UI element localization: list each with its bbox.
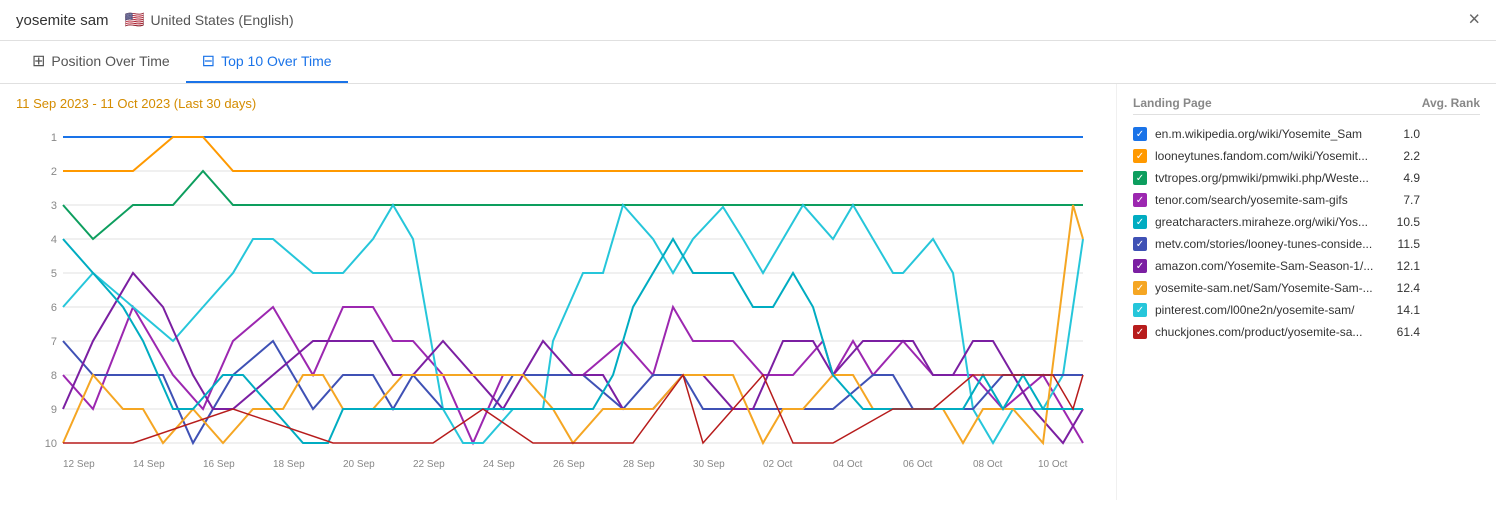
- svg-text:10 Oct: 10 Oct: [1038, 459, 1068, 470]
- legend-item: ✓ tenor.com/search/yosemite-sam-gifs 7.7: [1133, 189, 1480, 211]
- legend-color-box[interactable]: ✓: [1133, 193, 1147, 207]
- close-button[interactable]: ×: [1468, 9, 1480, 32]
- legend-color-box[interactable]: ✓: [1133, 127, 1147, 141]
- legend-col-landing-page: Landing Page: [1133, 96, 1212, 110]
- legend-url[interactable]: greatcharacters.miraheze.org/wiki/Yos...: [1155, 215, 1385, 229]
- chart-container: 1 2 3 4 5 6 7 8 9 10 12 Sep 14 Sep 16 Se…: [16, 119, 1100, 499]
- tab-position-label: Position Over Time: [51, 53, 169, 69]
- legend-item: ✓ chuckjones.com/product/yosemite-sa... …: [1133, 321, 1480, 343]
- svg-text:26 Sep: 26 Sep: [553, 459, 585, 470]
- svg-text:8: 8: [51, 370, 57, 382]
- svg-text:6: 6: [51, 302, 57, 314]
- legend-col-avg-rank: Avg. Rank: [1422, 96, 1480, 110]
- legend-item: ✓ en.m.wikipedia.org/wiki/Yosemite_Sam 1…: [1133, 123, 1480, 145]
- legend-url[interactable]: amazon.com/Yosemite-Sam-Season-1/...: [1155, 259, 1385, 273]
- legend-item: ✓ tvtropes.org/pmwiki/pmwiki.php/Weste..…: [1133, 167, 1480, 189]
- legend-color-box[interactable]: ✓: [1133, 325, 1147, 339]
- legend-header: Landing Page Avg. Rank: [1133, 96, 1480, 115]
- legend-rank: 2.2: [1385, 149, 1420, 163]
- legend-color-box[interactable]: ✓: [1133, 215, 1147, 229]
- legend-url[interactable]: pinterest.com/l00ne2n/yosemite-sam/: [1155, 303, 1385, 317]
- legend-url[interactable]: chuckjones.com/product/yosemite-sa...: [1155, 325, 1385, 339]
- legend-url[interactable]: looneytunes.fandom.com/wiki/Yosemit...: [1155, 149, 1385, 163]
- legend-rank: 12.4: [1385, 281, 1420, 295]
- legend-rank: 14.1: [1385, 303, 1420, 317]
- position-tab-icon: ⊞: [32, 51, 45, 71]
- svg-text:24 Sep: 24 Sep: [483, 459, 515, 470]
- country-label: United States (English): [150, 12, 293, 28]
- legend-color-box[interactable]: ✓: [1133, 171, 1147, 185]
- svg-text:04 Oct: 04 Oct: [833, 459, 863, 470]
- legend-url[interactable]: en.m.wikipedia.org/wiki/Yosemite_Sam: [1155, 127, 1385, 141]
- chart-area: 11 Sep 2023 - 11 Oct 2023 (Last 30 days)…: [0, 84, 1116, 500]
- svg-text:02 Oct: 02 Oct: [763, 459, 793, 470]
- svg-text:12 Sep: 12 Sep: [63, 459, 95, 470]
- legend-item: ✓ pinterest.com/l00ne2n/yosemite-sam/ 14…: [1133, 299, 1480, 321]
- svg-text:08 Oct: 08 Oct: [973, 459, 1003, 470]
- legend-color-box[interactable]: ✓: [1133, 149, 1147, 163]
- legend-rank: 4.9: [1385, 171, 1420, 185]
- legend-rank: 1.0: [1385, 127, 1420, 141]
- legend-item: ✓ yosemite-sam.net/Sam/Yosemite-Sam-... …: [1133, 277, 1480, 299]
- tab-top10-label: Top 10 Over Time: [221, 53, 332, 69]
- legend-url[interactable]: tenor.com/search/yosemite-sam-gifs: [1155, 193, 1385, 207]
- top10-tab-icon: ⊟: [202, 51, 215, 71]
- keyword-label: yosemite sam: [16, 12, 109, 29]
- legend-url[interactable]: tvtropes.org/pmwiki/pmwiki.php/Weste...: [1155, 171, 1385, 185]
- legend-rank: 7.7: [1385, 193, 1420, 207]
- svg-text:1: 1: [51, 132, 57, 144]
- svg-text:06 Oct: 06 Oct: [903, 459, 933, 470]
- svg-text:28 Sep: 28 Sep: [623, 459, 655, 470]
- svg-text:16 Sep: 16 Sep: [203, 459, 235, 470]
- svg-text:5: 5: [51, 268, 57, 280]
- legend-url[interactable]: yosemite-sam.net/Sam/Yosemite-Sam-...: [1155, 281, 1385, 295]
- svg-text:20 Sep: 20 Sep: [343, 459, 375, 470]
- tab-top-10-over-time[interactable]: ⊟ Top 10 Over Time: [186, 41, 348, 83]
- legend-color-box[interactable]: ✓: [1133, 303, 1147, 317]
- header: yosemite sam 🇺🇸 United States (English) …: [0, 0, 1496, 41]
- legend-item: ✓ amazon.com/Yosemite-Sam-Season-1/... 1…: [1133, 255, 1480, 277]
- legend-color-box[interactable]: ✓: [1133, 281, 1147, 295]
- legend-color-box[interactable]: ✓: [1133, 259, 1147, 273]
- legend-rank: 61.4: [1385, 325, 1420, 339]
- country-flag-icon: 🇺🇸: [125, 10, 145, 30]
- tab-bar: ⊞ Position Over Time ⊟ Top 10 Over Time: [0, 41, 1496, 84]
- svg-text:10: 10: [45, 438, 57, 450]
- svg-text:2: 2: [51, 166, 57, 178]
- legend-item: ✓ metv.com/stories/looney-tunes-conside.…: [1133, 233, 1480, 255]
- legend-rank: 12.1: [1385, 259, 1420, 273]
- legend-items: ✓ en.m.wikipedia.org/wiki/Yosemite_Sam 1…: [1133, 123, 1480, 343]
- date-range: 11 Sep 2023 - 11 Oct 2023 (Last 30 days): [16, 96, 1100, 111]
- chart-svg: 1 2 3 4 5 6 7 8 9 10 12 Sep 14 Sep 16 Se…: [16, 119, 1100, 479]
- legend-panel: Landing Page Avg. Rank ✓ en.m.wikipedia.…: [1116, 84, 1496, 500]
- svg-text:18 Sep: 18 Sep: [273, 459, 305, 470]
- svg-text:7: 7: [51, 336, 57, 348]
- legend-url[interactable]: metv.com/stories/looney-tunes-conside...: [1155, 237, 1385, 251]
- svg-text:30 Sep: 30 Sep: [693, 459, 725, 470]
- tab-position-over-time[interactable]: ⊞ Position Over Time: [16, 41, 186, 83]
- svg-text:3: 3: [51, 200, 57, 212]
- svg-text:22 Sep: 22 Sep: [413, 459, 445, 470]
- legend-rank: 10.5: [1385, 215, 1420, 229]
- legend-rank: 11.5: [1385, 237, 1420, 251]
- svg-text:14 Sep: 14 Sep: [133, 459, 165, 470]
- svg-text:9: 9: [51, 404, 57, 416]
- legend-item: ✓ greatcharacters.miraheze.org/wiki/Yos.…: [1133, 211, 1480, 233]
- legend-color-box[interactable]: ✓: [1133, 237, 1147, 251]
- legend-item: ✓ looneytunes.fandom.com/wiki/Yosemit...…: [1133, 145, 1480, 167]
- svg-text:4: 4: [51, 234, 57, 246]
- main-content: 11 Sep 2023 - 11 Oct 2023 (Last 30 days)…: [0, 84, 1496, 500]
